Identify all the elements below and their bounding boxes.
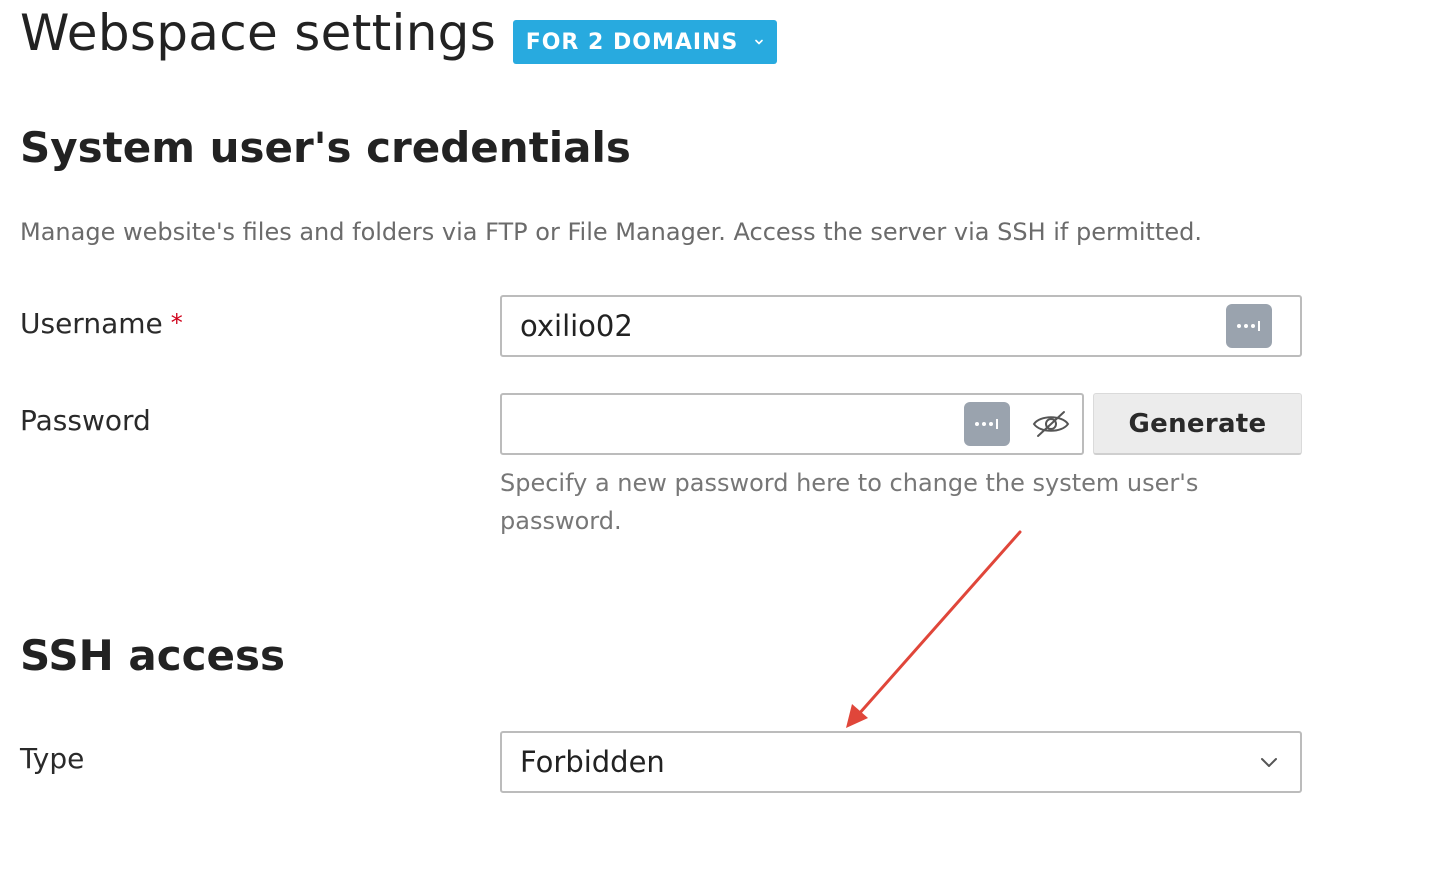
username-label-text: Username (20, 307, 163, 340)
for-domains-dropdown-button[interactable]: FOR 2 DOMAINS (513, 20, 777, 64)
page-title: Webspace settings (20, 4, 497, 62)
username-label: Username * (20, 305, 183, 344)
webspace-settings-page: Webspace settings FOR 2 DOMAINS System u… (0, 0, 1437, 870)
chevron-down-icon (1261, 758, 1277, 767)
password-manager-icon[interactable] (1226, 304, 1272, 348)
credentials-heading: System user's credentials (20, 123, 631, 172)
chevron-down-icon (755, 39, 764, 45)
ssh-access-heading: SSH access (20, 631, 286, 680)
password-hint: Specify a new password here to change th… (500, 469, 1199, 535)
domains-button-label: FOR 2 DOMAINS (525, 29, 739, 55)
password-field[interactable] (500, 393, 1084, 455)
type-label: Type (20, 742, 85, 775)
username-value: oxilio02 (520, 309, 633, 343)
required-mark: * (170, 309, 183, 337)
eye-slash-icon[interactable] (1030, 407, 1072, 441)
password-manager-icon[interactable] (964, 402, 1010, 446)
key-dots-icon (1237, 321, 1260, 331)
generate-button[interactable]: Generate (1093, 393, 1302, 455)
ssh-type-selected-value: Forbidden (520, 745, 665, 779)
credentials-description: Manage website's files and folders via F… (20, 218, 1202, 246)
ssh-type-select[interactable]: Forbidden (500, 731, 1302, 793)
key-dots-icon (975, 419, 998, 429)
password-label: Password (20, 404, 151, 437)
username-field[interactable]: oxilio02 (500, 295, 1302, 357)
